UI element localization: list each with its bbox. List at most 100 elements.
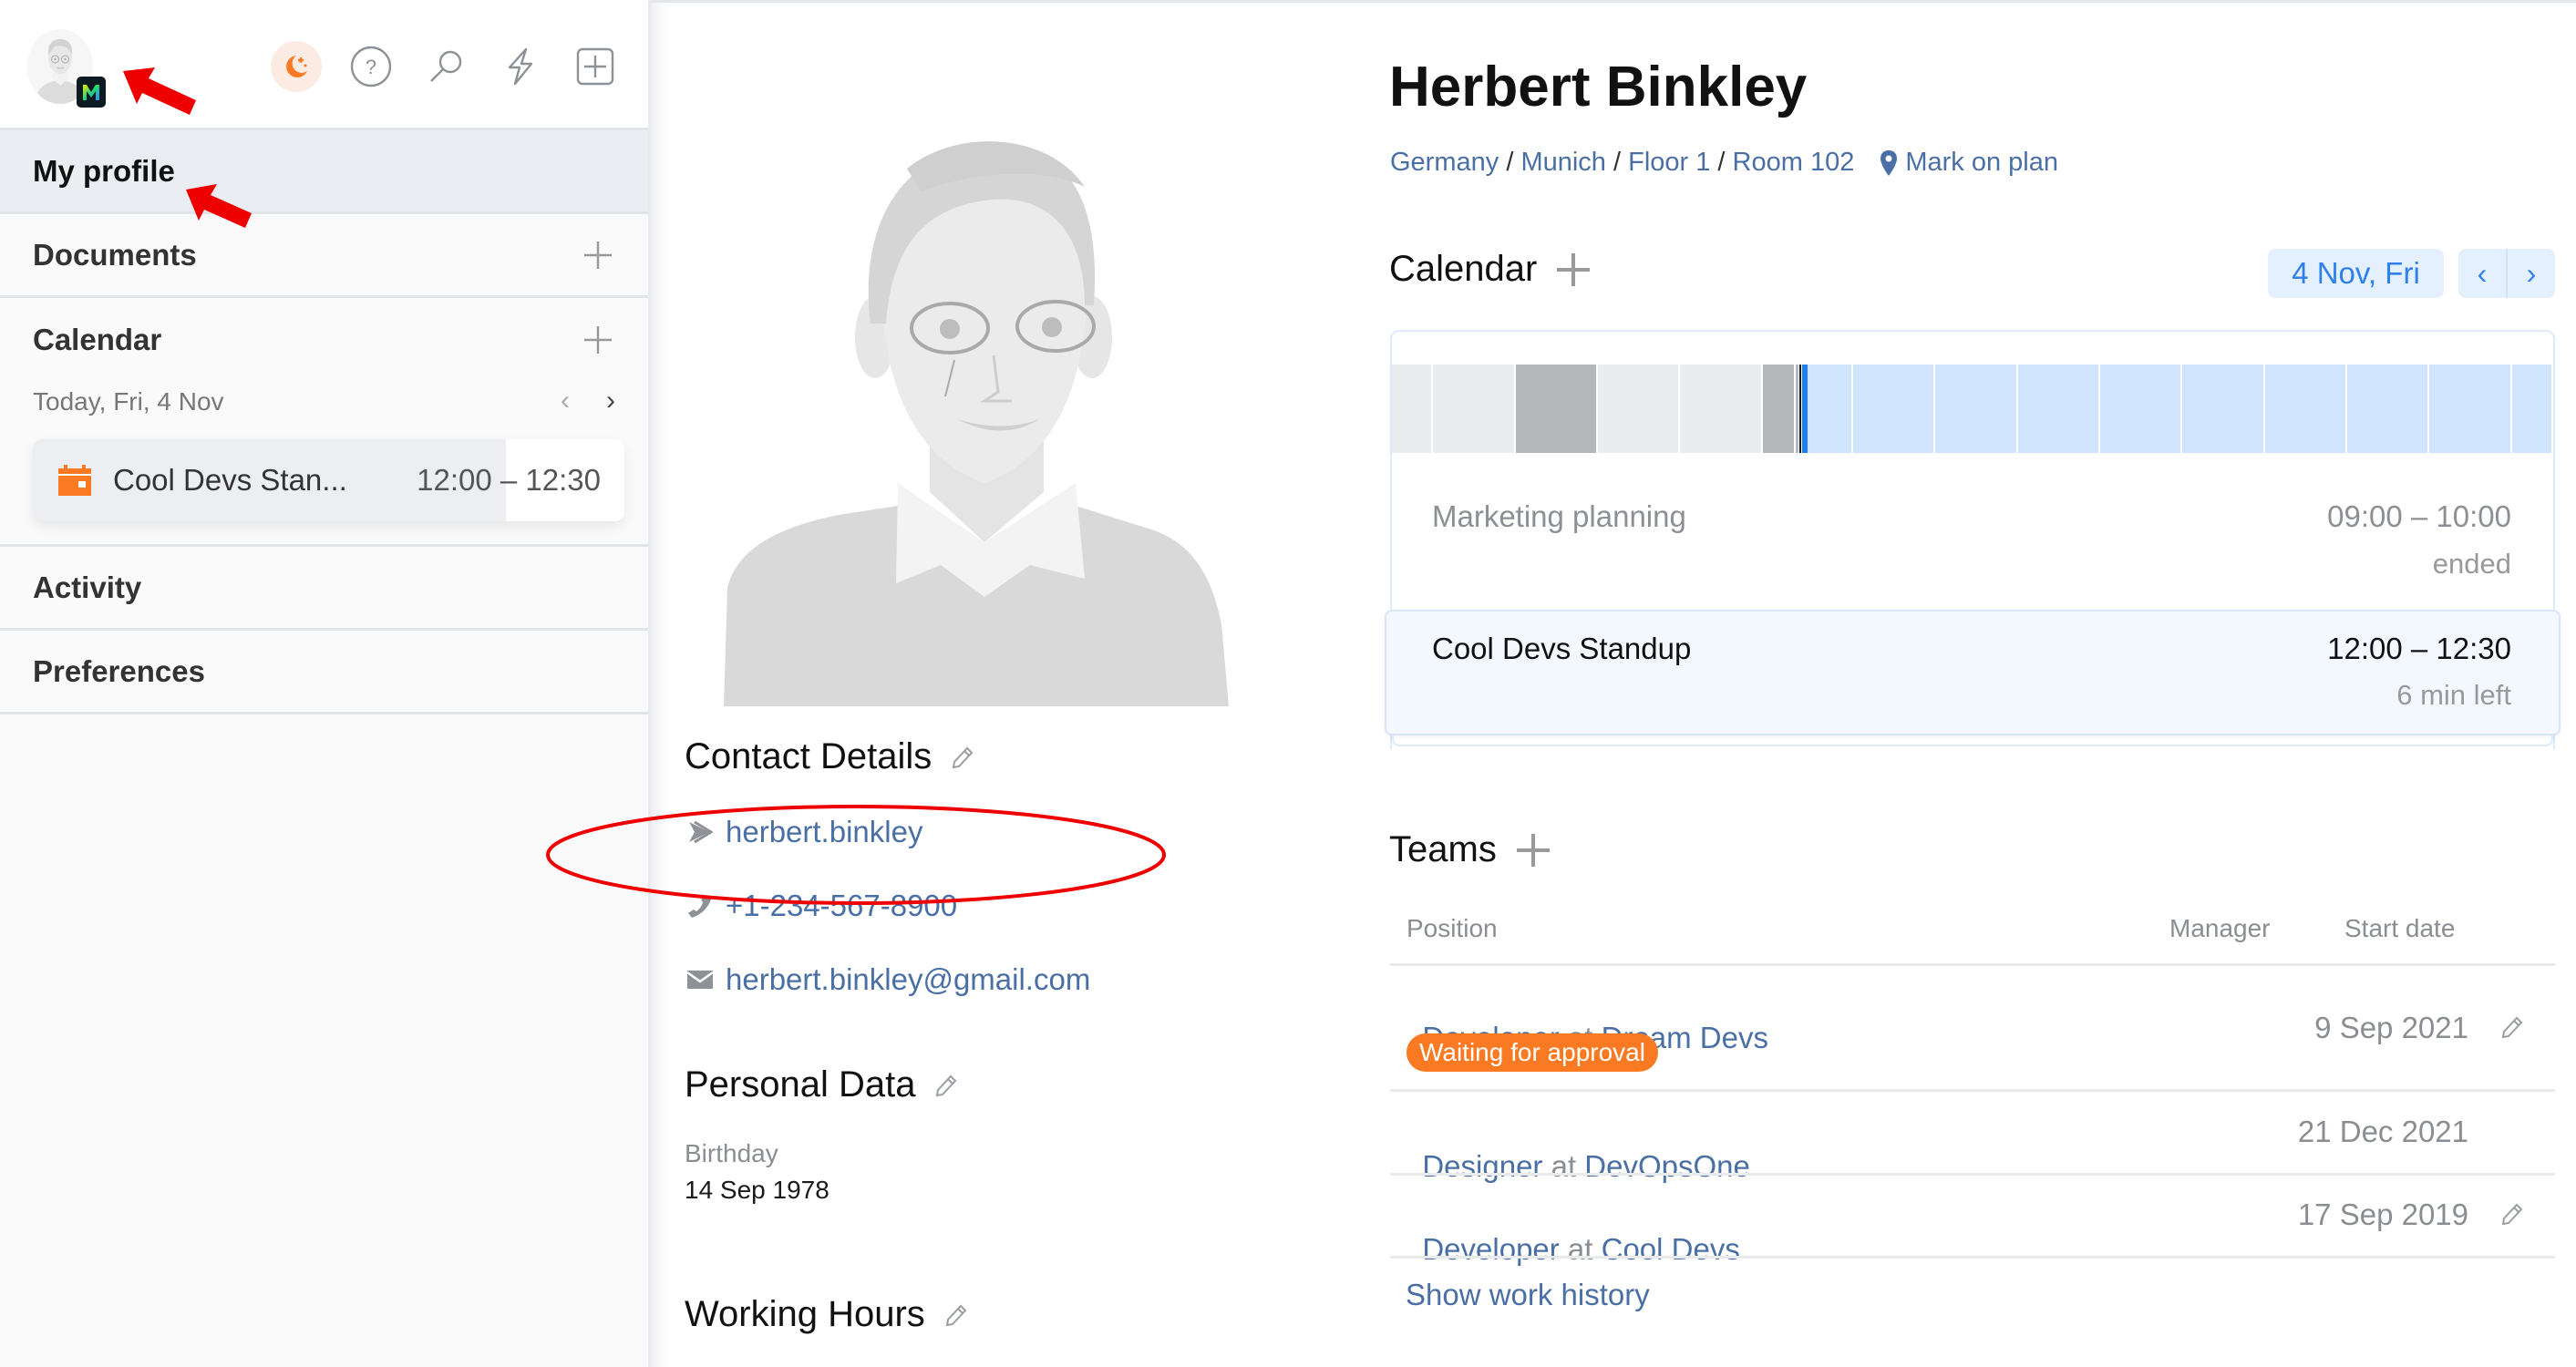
teams-heading: Teams (1389, 829, 1551, 870)
calendar-icon (58, 465, 91, 496)
phone-icon (687, 893, 713, 919)
column-header-start-date: Start date (2344, 914, 2456, 942)
event-status: ended (2432, 548, 2511, 580)
crumb-country[interactable]: Germany (1390, 148, 1499, 178)
team-role[interactable]: Designer (1422, 1149, 1542, 1183)
calendar-panel-bottom (1392, 735, 2553, 746)
calendar-event-past[interactable]: Marketing planning 09:00 – 10:00 ended (1392, 474, 2553, 601)
email-icon (687, 967, 713, 992)
sidebar-item-calendar[interactable]: Calendar (0, 298, 648, 382)
sidebar-item-my-profile[interactable]: My profile (0, 130, 648, 214)
calendar-date-button[interactable]: 4 Nov, Fri (2268, 249, 2444, 298)
show-work-history-link[interactable]: Show work history (1406, 1278, 1650, 1312)
messenger-handle: herbert.binkley (726, 815, 923, 848)
calendar-prev-button[interactable]: ‹ (2458, 249, 2508, 298)
event-status: 6 min left (2396, 679, 2511, 711)
map-pin-icon (1880, 149, 1898, 176)
current-time-marker (1795, 365, 1808, 453)
sidebar-item-activity[interactable]: Activity (0, 547, 648, 631)
timeline-slot-future (1935, 365, 2018, 453)
moon-icon (286, 56, 307, 77)
edit-team-icon[interactable] (2498, 1013, 2525, 1041)
contact-details-title: Contact Details (685, 736, 933, 776)
sidebar-item-label: My profile (33, 153, 175, 188)
next-day-button[interactable]: › (606, 385, 615, 416)
timeline-slot-past-free (1597, 365, 1681, 453)
status-badge: Waiting for approval (1406, 1033, 1658, 1072)
edit-working-hours-icon[interactable] (942, 1301, 969, 1329)
timeline-slot-past-busy (1515, 365, 1598, 453)
event-title: Marketing planning (1432, 499, 1686, 533)
add-event-icon[interactable] (582, 324, 613, 355)
team-name[interactable]: DevOpsOne (1584, 1149, 1750, 1183)
day-timeline[interactable] (1392, 365, 2553, 453)
edit-team-icon[interactable] (2498, 1200, 2525, 1228)
contact-phone[interactable]: +1-234-567-8900 (687, 889, 957, 923)
sidebar-item-documents[interactable]: Documents (0, 214, 648, 298)
calendar-event-current[interactable]: Cool Devs Standup 12:00 – 12:30 6 min le… (1385, 610, 2561, 735)
sidebar-calendar-date: Today, Fri, 4 Nov (33, 387, 224, 416)
timeline-slot-future (2182, 365, 2265, 453)
profile-name: Herbert Binkley (1389, 56, 1808, 118)
crumb-separator: / (1710, 148, 1733, 177)
team-role[interactable]: Developer (1422, 1232, 1559, 1266)
team-start-date: 17 Sep 2019 (2297, 1197, 2468, 1231)
add-calendar-event-icon[interactable] (1555, 252, 1592, 288)
event-time: 12:00 – 12:30 (417, 463, 601, 497)
team-at: at (1559, 1232, 1602, 1266)
email-address: herbert.binkley@gmail.com (726, 962, 1091, 996)
working-hours-title: Working Hours (685, 1294, 925, 1334)
sidebar-item-label: Activity (33, 570, 142, 604)
timeline-slot-past-free (1392, 365, 1434, 453)
birthday-value: 14 Sep 1978 (685, 1176, 829, 1204)
crumb-separator: / (1499, 148, 1521, 177)
timeline-slot-future (1852, 365, 1936, 453)
mark-on-plan-link[interactable]: Mark on plan (1905, 148, 2058, 178)
personal-data-title: Personal Data (685, 1064, 916, 1105)
timeline-slot-past-busy (1762, 365, 1796, 453)
sidebar-toolbar: ? (271, 41, 621, 92)
location-breadcrumb: Germany / Munich / Floor 1 / Room 102 Ma… (1390, 148, 2058, 178)
create-new-button[interactable] (570, 41, 621, 92)
sidebar-header: ? (0, 0, 648, 130)
personal-data-heading: Personal Data (685, 1064, 959, 1105)
team-name[interactable]: Cool Devs (1602, 1232, 1740, 1266)
sidebar-item-preferences[interactable]: Preferences (0, 631, 648, 714)
crumb-floor[interactable]: Floor 1 (1628, 148, 1710, 178)
crumb-city[interactable]: Munich (1520, 148, 1606, 178)
app-badge-m (77, 77, 106, 108)
column-shadow (651, 3, 669, 1367)
sidebar-item-label: Documents (33, 237, 197, 272)
search-button[interactable] (420, 41, 471, 92)
calendar-next-button[interactable]: › (2508, 249, 2555, 298)
help-icon: ? (350, 46, 392, 87)
theme-toggle-button[interactable] (271, 41, 322, 92)
edit-personal-data-icon[interactable] (932, 1072, 959, 1099)
timeline-slot-past-free (1680, 365, 1763, 453)
table-divider (1390, 1256, 2555, 1259)
calendar-heading: Calendar (1389, 249, 1592, 290)
sidebar-calendar-section: Calendar Today, Fri, 4 Nov ‹ › Cool Devs… (0, 298, 648, 547)
timeline-slot-future (2511, 365, 2553, 453)
crumb-room[interactable]: Room 102 (1733, 148, 1855, 178)
event-title: Cool Devs Stan... (113, 463, 347, 497)
lightning-icon (508, 47, 533, 86)
working-hours-heading: Working Hours (685, 1294, 969, 1335)
team-at: at (1542, 1149, 1585, 1183)
edit-contact-icon[interactable] (948, 744, 975, 771)
prev-day-button[interactable]: ‹ (561, 385, 570, 416)
teams-title: Teams (1389, 829, 1497, 869)
svg-text:?: ? (366, 56, 376, 78)
event-title: Cool Devs Standup (1432, 632, 1692, 665)
help-button[interactable]: ? (345, 41, 397, 92)
profile-photo[interactable] (684, 32, 1285, 706)
contact-email[interactable]: herbert.binkley@gmail.com (687, 962, 1090, 997)
sidebar-event-card[interactable]: Cool Devs Stan... 12:00 – 12:30 (33, 439, 624, 521)
timeline-slot-future (2017, 365, 2100, 453)
quick-actions-button[interactable] (495, 41, 546, 92)
crumb-separator: / (1605, 148, 1629, 177)
table-divider (1390, 963, 2555, 966)
contact-messenger[interactable]: herbert.binkley (687, 815, 922, 849)
add-document-icon[interactable] (582, 240, 613, 271)
add-team-icon[interactable] (1515, 832, 1551, 869)
